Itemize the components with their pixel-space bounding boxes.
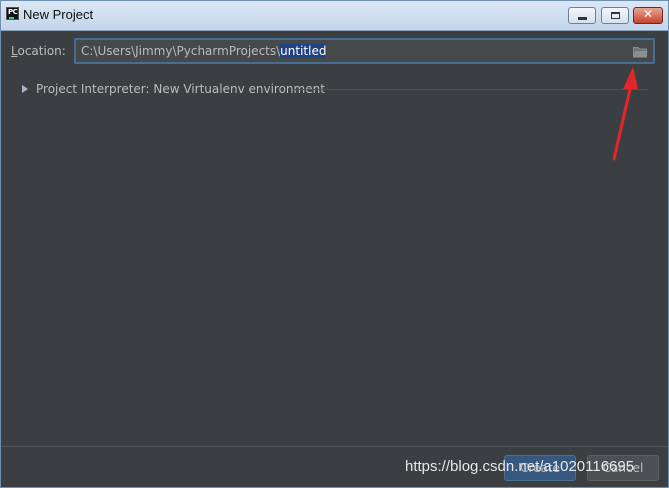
window-title: New Project [23,7,94,22]
project-interpreter-toggle[interactable]: Project Interpreter: New Virtualenv envi… [36,82,325,96]
close-button[interactable]: ✕ [633,7,663,24]
triangle-right-icon[interactable] [20,84,30,94]
new-project-dialog: PC New Project ✕ Location: C:\Users\Jimm… [0,0,669,488]
title-bar[interactable]: PC New Project ✕ [1,1,668,31]
maximize-icon [611,12,620,19]
minimize-button[interactable] [568,7,596,24]
location-value: C:\Users\Jimmy\PycharmProjects\untitled [81,44,327,58]
annotation-arrow-icon [612,67,638,161]
pycharm-logo-icon: PC [6,7,19,20]
watermark-url: https://blog.csdn.net/a1020116695 [405,458,635,475]
close-icon: ✕ [642,7,654,21]
footer-divider [1,446,668,447]
selected-text: untitled [280,44,327,58]
folder-icon[interactable] [633,46,648,58]
location-input[interactable]: C:\Users\Jimmy\PycharmProjects\untitled [74,38,655,64]
maximize-button[interactable] [601,7,629,24]
location-label: Location: [11,44,66,58]
section-divider [293,89,648,90]
minimize-icon [578,17,587,20]
